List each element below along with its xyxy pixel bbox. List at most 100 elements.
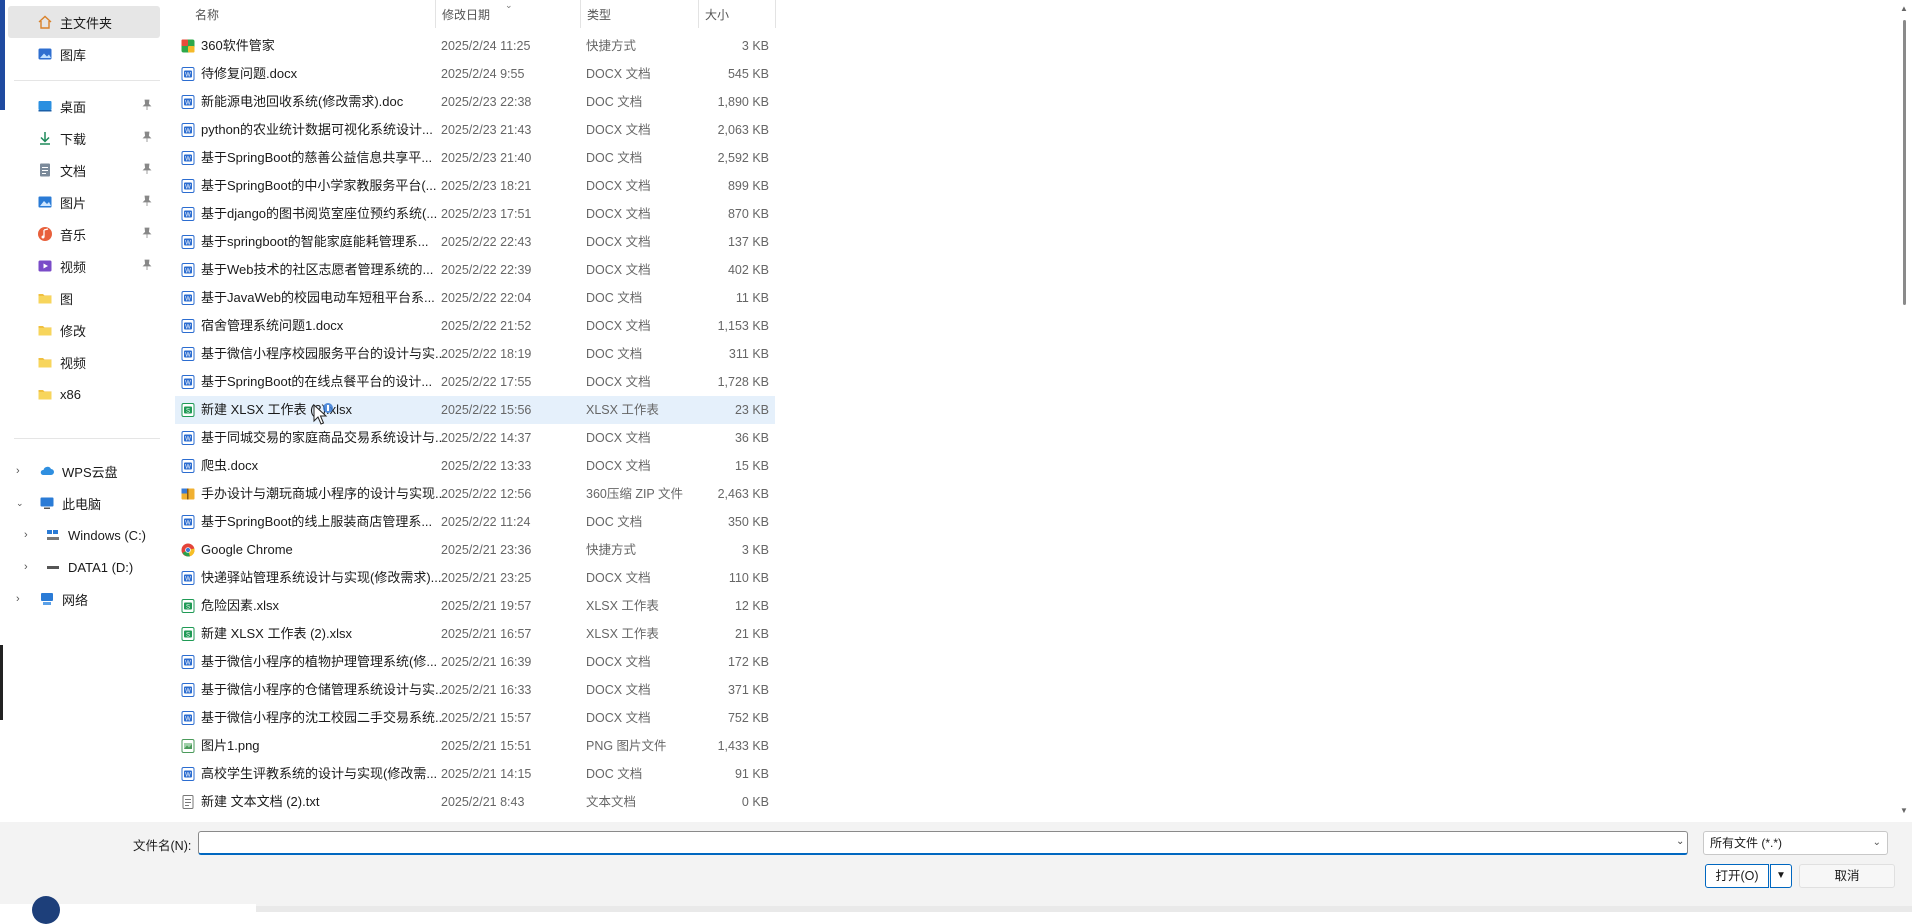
file-type: DOCX 文档 xyxy=(586,459,651,473)
svg-text:W: W xyxy=(185,661,191,667)
column-divider[interactable] xyxy=(775,0,776,28)
sidebar-item-quick-access[interactable]: 音乐 xyxy=(8,218,160,250)
file-word-icon: W xyxy=(181,431,195,445)
column-header-type[interactable]: 类型 xyxy=(581,0,681,28)
vertical-scrollbar[interactable]: ▲ ▼ xyxy=(1898,0,1912,820)
file-row[interactable]: W 高校学生评教系统的设计与实现(修改需... 2025/2/21 14:15 DOC… xyxy=(175,760,775,788)
file-row[interactable]: 手办设计与潮玩商城小程序的设计与实现... 2025/2/22 12:56 360压… xyxy=(175,480,775,508)
file-type: DOCX 文档 xyxy=(586,375,651,389)
file-row[interactable]: 360软件管家 2025/2/24 11:25 快捷方式 3 KB xyxy=(175,32,775,60)
sidebar-item-quick-access[interactable]: 下载 xyxy=(8,122,160,154)
sidebar-item-label: 桌面 xyxy=(60,99,87,115)
sidebar-item-quick-access[interactable]: 图片 xyxy=(8,186,160,218)
file-size: 1,728 KB xyxy=(717,375,769,389)
file-type: 360压缩 ZIP 文件 xyxy=(586,487,684,501)
file-row[interactable]: W 基于django的图书阅览室座位预约系统(... 2025/2/23 17:51… xyxy=(175,200,775,228)
file-size: 752 KB xyxy=(727,711,769,725)
file-row[interactable]: Google Chrome 2025/2/21 23:36 快捷方式 3 KB xyxy=(175,536,775,564)
column-header-size[interactable]: 大小 xyxy=(699,0,775,28)
file-type: DOC 文档 xyxy=(586,767,643,781)
chevron-right-icon[interactable]: › xyxy=(24,529,34,541)
cancel-button[interactable]: 取消 xyxy=(1799,864,1895,888)
sidebar-item-home[interactable]: 主文件夹 xyxy=(8,6,160,38)
file-row[interactable]: W 基于Web技术的社区志愿者管理系统的... 2025/2/22 22:39 DOC… xyxy=(175,256,775,284)
open-options-dropdown[interactable]: ▼ xyxy=(1770,864,1792,888)
sidebar-item-quick-access[interactable]: x86 xyxy=(8,378,160,410)
column-header-name[interactable]: 名称 xyxy=(189,0,409,28)
file-row[interactable]: W 基于SpringBoot的慈善公益信息共享平... 2025/2/23 21:4… xyxy=(175,144,775,172)
file-row[interactable]: W 基于SpringBoot的线上服装商店管理系... 2025/2/22 11:2… xyxy=(175,508,775,536)
filename-history-chevron-icon[interactable]: ⌄ xyxy=(1676,836,1686,848)
file-row[interactable]: W 基于微信小程序的仓储管理系统设计与实... 2025/2/21 16:33 DOC… xyxy=(175,676,775,704)
chevron-right-icon[interactable]: › xyxy=(16,593,26,605)
file-row[interactable]: W 基于SpringBoot的中小学家教服务平台(... 2025/2/23 18:… xyxy=(175,172,775,200)
file-row[interactable]: 新建 文本文档 (2).txt 2025/2/21 8:43 文本文档 0 KB xyxy=(175,788,775,816)
file-size: 36 KB xyxy=(734,431,769,445)
file-row[interactable]: W 新能源电池回收系统(修改需求).doc 2025/2/23 22:38 DOC 文… xyxy=(175,88,775,116)
file-modified-date: 2025/2/23 21:40 xyxy=(441,151,532,165)
file-row[interactable]: S 危险因素.xlsx 2025/2/21 19:57 XLSX 工作表 12 KB xyxy=(175,592,775,620)
drive-icon xyxy=(44,558,62,576)
file-row[interactable]: W 待修复问题.docx 2025/2/24 9:55 DOCX 文档 545 KB xyxy=(175,60,775,88)
mouse-cursor-icon xyxy=(312,403,334,429)
file-row[interactable]: W 宿舍管理系统问题1.docx 2025/2/22 21:52 DOCX 文档 1,1… xyxy=(175,312,775,340)
open-button[interactable]: 打开(O) xyxy=(1705,864,1769,888)
scroll-up-icon[interactable]: ▲ xyxy=(1900,4,1908,13)
file-type: DOCX 文档 xyxy=(586,179,651,193)
filename-input[interactable] xyxy=(198,831,1688,855)
column-label: 名称 xyxy=(195,7,220,22)
scroll-down-icon[interactable]: ▼ xyxy=(1900,806,1908,815)
sidebar-item-label: DATA1 (D:) xyxy=(68,559,134,575)
sidebar-item-label: 修改 xyxy=(60,323,87,339)
file-row[interactable]: 图片1.png 2025/2/21 15:51 PNG 图片文件 1,433 KB xyxy=(175,732,775,760)
sidebar-item-gallery[interactable]: 图库 xyxy=(8,38,160,70)
file-row[interactable]: Wpython的农业统计数据可视化系统设计... 2025/2/23 21:43 D… xyxy=(175,116,775,144)
svg-text:S: S xyxy=(186,605,190,611)
pin-icon[interactable] xyxy=(142,259,152,271)
sidebar-item-wps-cloud[interactable]: › WPS云盘 xyxy=(8,455,160,487)
svg-text:W: W xyxy=(185,577,191,583)
file-size: 2,592 KB xyxy=(717,151,769,165)
sidebar-item-quick-access[interactable]: 视频 xyxy=(8,250,160,282)
svg-text:W: W xyxy=(185,269,191,275)
pin-icon[interactable] xyxy=(142,195,152,207)
sidebar-item-quick-access[interactable]: 桌面 xyxy=(8,90,160,122)
column-header-date[interactable]: 修改日期 xyxy=(436,0,556,28)
chevron-right-icon[interactable]: › xyxy=(24,561,34,573)
file-row[interactable]: W 基于JavaWeb的校园电动车短租平台系... 2025/2/22 22:04 D… xyxy=(175,284,775,312)
sidebar-item-quick-access[interactable]: 视频 xyxy=(8,346,160,378)
pin-icon[interactable] xyxy=(142,227,152,239)
file-row[interactable]: W 快递驿站管理系统设计与实现(修改需求).... 2025/2/21 23:25 D… xyxy=(175,564,775,592)
sidebar-item-network[interactable]: › 网络 xyxy=(8,583,160,615)
file-row[interactable]: S 新建 XLSX 工作表 (2).xlsx 2025/2/21 16:57 XLSX… xyxy=(175,620,775,648)
sidebar-item-quick-access[interactable]: 修改 xyxy=(8,314,160,346)
chevron-right-icon[interactable]: › xyxy=(16,465,26,477)
sidebar-item-c-drive[interactable]: › Windows (C:) xyxy=(8,519,160,551)
file-modified-date: 2025/2/21 16:57 xyxy=(441,627,532,641)
window-edge-accent xyxy=(0,0,5,110)
pin-icon[interactable] xyxy=(142,163,152,175)
file-row[interactable]: W 基于微信小程序的沈工校园二手交易系统... 2025/2/21 15:57 DOC… xyxy=(175,704,775,732)
file-row[interactable]: W 基于微信小程序校园服务平台的设计与实... 2025/2/22 18:19 DOC… xyxy=(175,340,775,368)
file-word-icon: W xyxy=(181,655,195,669)
file-row[interactable]: W 基于同城交易的家庭商品交易系统设计与... 2025/2/22 14:37 DOC… xyxy=(175,424,775,452)
scrollbar-thumb[interactable] xyxy=(1903,20,1906,305)
file-modified-date: 2025/2/21 23:25 xyxy=(441,571,532,585)
file-type-select[interactable]: 所有文件 (*.*) ⌄ xyxy=(1703,831,1888,855)
sidebar-item-d-drive[interactable]: › DATA1 (D:) xyxy=(8,551,160,583)
sidebar-item-quick-access[interactable]: 图 xyxy=(8,282,160,314)
svg-text:W: W xyxy=(185,213,191,219)
file-row[interactable]: W 基于SpringBoot的在线点餐平台的设计... 2025/2/22 17:5… xyxy=(175,368,775,396)
file-row[interactable]: W 基于微信小程序的植物护理管理系统(修... 2025/2/21 16:39 DOC… xyxy=(175,648,775,676)
file-word-icon: W xyxy=(181,235,195,249)
pin-icon[interactable] xyxy=(142,99,152,111)
sidebar-item-quick-access[interactable]: 文档 xyxy=(8,154,160,186)
sidebar-item-this-pc[interactable]: ⌄ 此电脑 xyxy=(8,487,160,519)
file-open-dialog: 主文件夹 图库 桌面 下载 文档 图片 音乐 视频图修改 视频 x86 › WPS云盘 ⌄ 此… xyxy=(0,0,1912,924)
file-row[interactable]: S 新建 XLSX 工作表 (3).xlsx 2025/2/22 15:56 XLSX… xyxy=(175,396,775,424)
file-row[interactable]: W 基于springboot的智能家庭能耗管理系... 2025/2/22 22:4… xyxy=(175,228,775,256)
file-row[interactable]: W 爬虫.docx 2025/2/22 13:33 DOCX 文档 15 KB xyxy=(175,452,775,480)
chevron-down-icon[interactable]: ⌄ xyxy=(16,497,26,509)
file-word-icon: W xyxy=(181,711,195,725)
pin-icon[interactable] xyxy=(142,131,152,143)
